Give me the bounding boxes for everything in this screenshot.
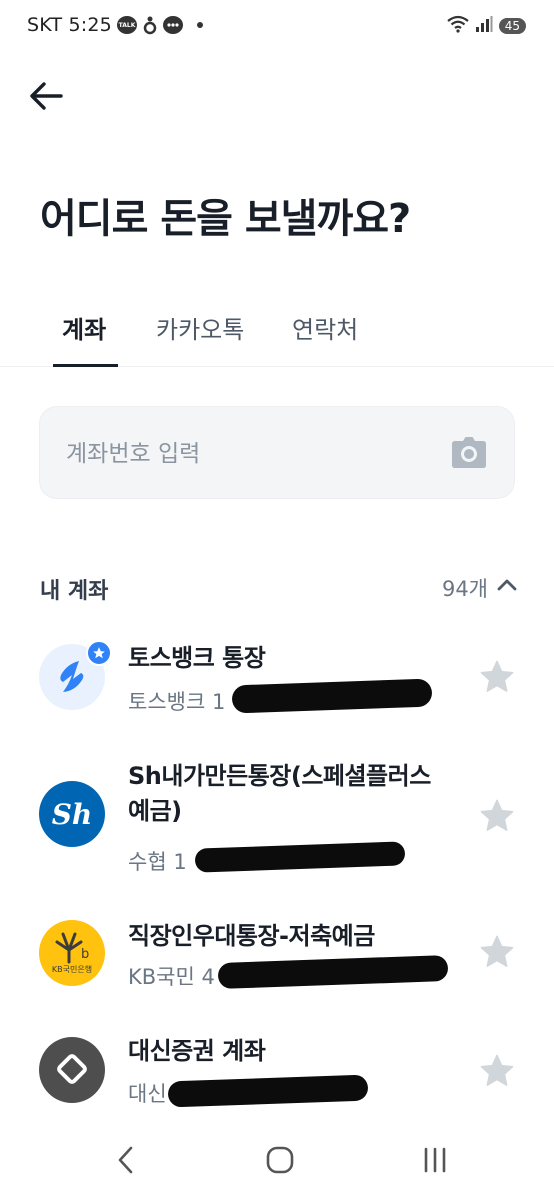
favorite-badge-icon: [86, 640, 112, 666]
chat-bubble-icon: [163, 16, 183, 34]
account-number: 대신: [128, 1082, 167, 1106]
favorite-star-button[interactable]: [478, 1052, 516, 1090]
svg-text:b: b: [81, 947, 89, 962]
account-number-field: [39, 406, 515, 499]
battery-indicator: 45: [498, 18, 526, 34]
notification-icons: TALK: [117, 15, 203, 35]
favorite-star-button[interactable]: [478, 933, 516, 971]
home-icon: [266, 1146, 294, 1174]
page-title: 어디로 돈을 보낼까요?: [40, 196, 411, 242]
favorite-star-button[interactable]: [478, 658, 516, 696]
account-item-daishin[interactable]: 대신증권 계좌 대신: [0, 1030, 554, 1120]
camera-button[interactable]: [450, 434, 488, 472]
arrow-left-icon: [30, 82, 63, 110]
chevron-up-icon: [497, 579, 517, 591]
account-item-kb-kookmin[interactable]: b KB국민은행 직장인우대통장-저축예금 KB국민 4: [0, 915, 554, 1015]
my-accounts-title: 내 계좌: [40, 579, 109, 604]
toss-notification-icon: [143, 15, 157, 35]
back-button[interactable]: [26, 76, 66, 116]
account-number: 수협 1: [128, 850, 187, 874]
camera-icon: [452, 437, 486, 468]
sh-suhyup-logo: Sh: [39, 781, 105, 847]
favorite-star-button[interactable]: [478, 797, 516, 835]
more-notifications-icon: [197, 22, 203, 28]
nav-back-button[interactable]: [106, 1140, 146, 1180]
tab-kakaotalk[interactable]: 카카오톡: [156, 310, 244, 345]
star-icon: [480, 1054, 514, 1086]
redaction-mark: [167, 1074, 369, 1108]
kakaotalk-icon: TALK: [117, 16, 137, 34]
account-name: Sh내가만든통장(스페셜플러스예금): [128, 762, 431, 825]
back-icon: [118, 1146, 133, 1174]
account-name: 직장인우대통장-저축예금: [128, 922, 375, 950]
tab-account[interactable]: 계좌: [62, 310, 106, 345]
redaction-mark: [217, 954, 449, 990]
sh-logo-text: Sh: [51, 797, 93, 831]
account-item-suhyup[interactable]: Sh Sh내가만든통장(스페셜플러스예금) 수협 1: [0, 755, 554, 880]
my-accounts-count: 94개: [441, 577, 488, 601]
account-number-input[interactable]: [64, 433, 448, 475]
account-number: 토스뱅크 1: [128, 690, 226, 714]
status-time: SKT 5:25: [27, 14, 112, 36]
daishin-securities-logo: [39, 1037, 105, 1103]
signal-icon: [475, 15, 493, 37]
account-name: 대신증권 계좌: [128, 1037, 266, 1065]
account-item-toss-bank[interactable]: 토스뱅크 통장 토스뱅크 1: [0, 630, 554, 730]
system-icons: 45: [447, 15, 526, 37]
kb-logo-text: KB국민은행: [51, 965, 93, 974]
collapse-accounts-button[interactable]: [494, 572, 520, 598]
status-bar: SKT 5:25 TALK 45: [0, 0, 554, 52]
redaction-mark: [231, 678, 433, 714]
active-tab-indicator: [53, 364, 118, 367]
kb-kookmin-logo: b KB국민은행: [39, 920, 105, 986]
recipient-tabs: 계좌 카카오톡 연락처: [0, 300, 554, 367]
recents-icon: [424, 1147, 446, 1173]
nav-home-button[interactable]: [260, 1140, 300, 1180]
nav-recents-button[interactable]: [415, 1140, 455, 1180]
tab-contacts[interactable]: 연락처: [292, 310, 358, 345]
star-icon: [480, 660, 514, 692]
star-icon: [480, 799, 514, 831]
wifi-icon: [447, 15, 469, 37]
star-icon: [480, 935, 514, 967]
account-number: KB국민 4: [128, 965, 215, 989]
account-name: 토스뱅크 통장: [128, 644, 266, 672]
redaction-mark: [194, 841, 406, 873]
system-navigation-bar: [0, 1120, 554, 1200]
